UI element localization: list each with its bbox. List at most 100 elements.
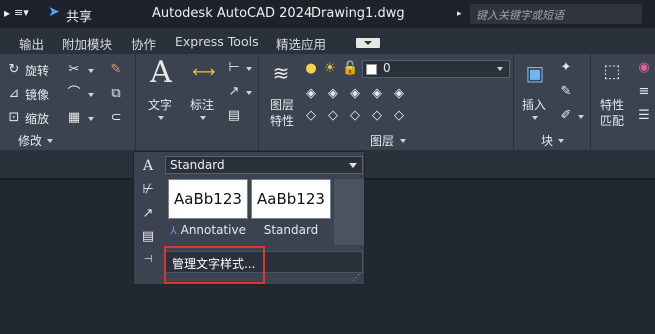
block-panel-title[interactable]: 块 [541, 132, 553, 149]
multileader-style-icon[interactable]: ↗ [140, 206, 156, 222]
layer-freeze-icon[interactable]: ☀ [322, 61, 338, 77]
layer-combo-dropdown-icon[interactable] [497, 67, 503, 71]
edit-block-icon[interactable]: ✎ [558, 84, 574, 100]
tab-output[interactable]: 输出 [19, 34, 44, 53]
attribute-dropdown-icon[interactable] [578, 115, 584, 119]
tab-featured-apps[interactable]: 精选应用 [276, 34, 326, 53]
layer-properties-label-line2[interactable]: 特性 [270, 112, 294, 129]
style-sample: AaBb123 [168, 179, 248, 219]
layer-properties-icon[interactable]: ≋ [268, 60, 294, 86]
layer-tool-6-icon[interactable]: ◇ [303, 108, 319, 124]
table-style-icon[interactable]: ▤ [140, 229, 156, 245]
style-name: ⅄ Annotative [170, 223, 246, 237]
layer-tool-7-icon[interactable]: ◇ [325, 108, 341, 124]
text-style-icon[interactable]: A [140, 158, 156, 174]
quick-access-more-icon[interactable]: ▸ [4, 6, 10, 20]
share-label[interactable]: 共享 [66, 6, 92, 25]
style-sample: AaBb123 [251, 179, 331, 219]
share-icon[interactable]: ➤ [48, 4, 60, 20]
layer-tool-10-icon[interactable]: ◇ [391, 108, 407, 124]
text-style-combo[interactable]: Standard [165, 156, 363, 174]
leader-dropdown-icon[interactable] [246, 91, 252, 95]
style-name: Standard [263, 223, 319, 237]
linetype-icon[interactable]: ☰ [636, 108, 652, 124]
modify-panel-title[interactable]: 修改 [18, 132, 42, 149]
current-text-style: Standard [170, 158, 225, 172]
gallery-scrollbar[interactable] [334, 179, 364, 245]
layer-lock-icon[interactable]: 🔓 [342, 61, 358, 77]
layer-combo[interactable]: 0 [362, 60, 510, 78]
title-bar: ▸ ≡▾ ➤ 共享 Autodesk AutoCAD 2024 Drawing1… [0, 0, 655, 28]
text-style-gallery-item-standard[interactable]: AaBb123 Standard [251, 179, 331, 239]
tab-addins[interactable]: 附加模块 [62, 34, 112, 53]
match-properties-label-line1[interactable]: 特性 [600, 96, 624, 113]
trim-icon[interactable]: ✂ [66, 62, 82, 78]
mirror-icon[interactable]: ⊿ [6, 86, 22, 102]
array-icon[interactable]: ▦ [66, 110, 82, 126]
layers-panel-expand-icon[interactable] [400, 139, 406, 143]
ribbon-panel: ↻ 旋转 ⊿ 镜像 ⊡ 缩放 ✂ ⌒ ▦ ✎ ⧉ ⊂ 修改 A 文字 ⟷ 标注 … [0, 54, 655, 150]
text-label[interactable]: 文字 [148, 96, 172, 113]
linear-dimension-icon[interactable]: ⊢ [226, 60, 242, 76]
match-properties-label-line2[interactable]: 匹配 [600, 112, 624, 129]
block-panel-expand-icon[interactable] [558, 139, 564, 143]
layers-panel-title[interactable]: 图层 [370, 132, 394, 149]
layer-on-icon[interactable]: ● [303, 61, 319, 77]
scale-label[interactable]: 缩放 [25, 110, 49, 127]
linear-dimension-dropdown-icon[interactable] [246, 67, 252, 71]
pin-icon[interactable]: ⊣ [140, 252, 156, 268]
attribute-icon[interactable]: ✐ [558, 108, 574, 124]
color-wheel-icon[interactable]: ◉ [636, 60, 652, 76]
tab-collaborate[interactable]: 协作 [131, 34, 156, 53]
match-properties-icon[interactable]: ⬚ [600, 60, 624, 84]
ribbon-tab-bar: 输出 附加模块 协作 Express Tools 精选应用 [0, 28, 655, 54]
rotate-icon[interactable]: ↻ [6, 62, 22, 78]
rotate-label[interactable]: 旋转 [25, 62, 49, 79]
text-style-gallery-item-annotative[interactable]: AaBb123 ⅄ Annotative [168, 179, 248, 239]
layer-properties-label-line1[interactable]: 图层 [270, 96, 294, 113]
copy-icon[interactable]: ⧉ [108, 86, 124, 102]
document-title: Drawing1.dwg [311, 6, 405, 21]
layer-color-swatch [366, 64, 377, 75]
dimension-label[interactable]: 标注 [190, 96, 214, 113]
highlight-box [164, 246, 265, 284]
layer-tool-8-icon[interactable]: ◇ [347, 108, 363, 124]
layer-tool-2-icon[interactable]: ◈ [325, 86, 341, 102]
layer-tool-3-icon[interactable]: ◈ [347, 86, 363, 102]
table-icon[interactable]: ▤ [226, 108, 242, 124]
text-style-dropdown-icon[interactable] [349, 163, 357, 168]
lineweight-icon[interactable]: ≡ [636, 84, 652, 100]
ribbon-minimize-dropdown[interactable] [356, 38, 380, 48]
dimension-style-icon[interactable]: ⊬ [140, 182, 156, 198]
layer-tool-9-icon[interactable]: ◇ [369, 108, 385, 124]
scale-icon[interactable]: ⊡ [6, 110, 22, 126]
mirror-label[interactable]: 镜像 [25, 86, 49, 103]
flyout-icon-column: A ⊬ ↗ ▤ ⊣ [134, 152, 162, 284]
text-dropdown-icon[interactable] [158, 116, 164, 120]
dimension-dropdown-icon[interactable] [200, 116, 206, 120]
customize-dropdown-icon[interactable]: ≡▾ [14, 6, 29, 19]
offset-icon[interactable]: ⊂ [108, 110, 124, 126]
trim-dropdown-icon[interactable] [88, 69, 94, 73]
annotative-icon: ⅄ [170, 224, 177, 237]
tab-express-tools[interactable]: Express Tools [175, 34, 259, 49]
resize-grip-icon[interactable]: ⋰ [352, 273, 360, 282]
array-dropdown-icon[interactable] [88, 117, 94, 121]
fillet-dropdown-icon[interactable] [88, 93, 94, 97]
search-expand-icon[interactable]: ▸ [457, 9, 462, 19]
insert-dropdown-icon[interactable] [532, 116, 538, 120]
fillet-icon[interactable]: ⌒ [66, 86, 82, 102]
layer-tool-5-icon[interactable]: ◈ [391, 86, 407, 102]
modify-panel-expand-icon[interactable] [47, 139, 53, 143]
text-icon[interactable]: A [147, 58, 175, 88]
erase-icon[interactable]: ✎ [108, 62, 124, 78]
layer-tool-1-icon[interactable]: ◈ [303, 86, 319, 102]
dimension-icon[interactable]: ⟷ [190, 60, 218, 84]
insert-block-icon[interactable]: ▣ [522, 60, 548, 86]
insert-label[interactable]: 插入 [522, 96, 546, 113]
search-input[interactable]: 键入关键字或短语 [470, 4, 642, 24]
create-block-icon[interactable]: ✦ [558, 60, 574, 76]
leader-icon[interactable]: ↗ [226, 84, 242, 100]
app-title: Autodesk AutoCAD 2024 [152, 6, 313, 21]
layer-tool-4-icon[interactable]: ◈ [369, 86, 385, 102]
